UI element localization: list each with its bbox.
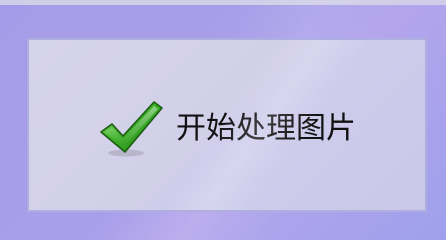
- window-top-strip: [0, 0, 446, 5]
- button-label: 开始处理图片: [176, 111, 356, 146]
- start-processing-button[interactable]: 开始处理图片: [27, 38, 427, 212]
- checkmark-icon: [98, 98, 164, 158]
